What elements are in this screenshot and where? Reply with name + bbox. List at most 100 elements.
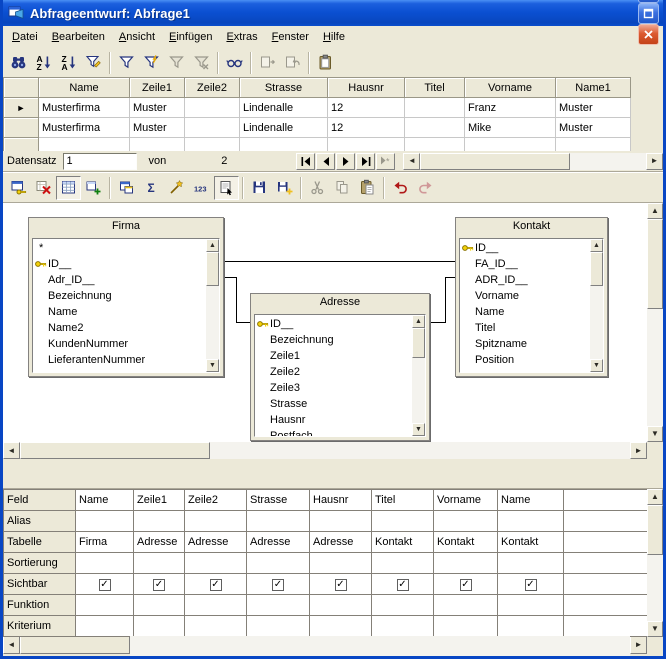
copy-button[interactable] bbox=[330, 176, 355, 200]
sortierung-cell[interactable] bbox=[434, 553, 498, 574]
cell[interactable]: 12 bbox=[328, 98, 405, 118]
sichtbar-cell[interactable]: ✓ bbox=[310, 574, 372, 595]
cell[interactable] bbox=[465, 138, 556, 152]
column-header-zeile2[interactable]: Zeile2 bbox=[185, 78, 240, 98]
column-header-name[interactable]: Name bbox=[39, 78, 130, 98]
scroll-up-button[interactable]: ▲ bbox=[412, 315, 425, 328]
properties-button[interactable] bbox=[214, 176, 239, 200]
cell[interactable] bbox=[405, 118, 465, 138]
scrollbar-track[interactable] bbox=[130, 636, 630, 656]
cell[interactable]: Franz bbox=[465, 98, 556, 118]
table-title-firma[interactable]: Firma bbox=[29, 218, 223, 236]
first-record-button[interactable] bbox=[296, 153, 315, 170]
feld-cell[interactable]: Zeile1 bbox=[134, 490, 185, 511]
cell[interactable]: Lindenalle bbox=[240, 98, 328, 118]
sichtbar-cell[interactable]: ✓ bbox=[76, 574, 134, 595]
field-row[interactable]: LieferantenNummer bbox=[35, 352, 205, 368]
sortierung-cell[interactable] bbox=[134, 553, 185, 574]
scroll-left-button[interactable]: ◄ bbox=[3, 442, 20, 459]
close-button[interactable] bbox=[638, 24, 659, 45]
field-row[interactable]: Zeile3 bbox=[257, 380, 411, 396]
find-button[interactable] bbox=[6, 51, 31, 75]
cell[interactable]: Musterfirma bbox=[39, 98, 130, 118]
tabelle-cell[interactable]: Kontakt bbox=[498, 532, 564, 553]
scrollbar-track[interactable] bbox=[570, 153, 646, 170]
field-row[interactable]: ID__ bbox=[257, 316, 411, 332]
scrollbar-track[interactable] bbox=[412, 358, 425, 423]
row-selector[interactable] bbox=[4, 138, 39, 152]
field-row[interactable]: ID__ bbox=[462, 240, 589, 256]
maximize-button[interactable] bbox=[638, 3, 659, 24]
scroll-up-button[interactable]: ▲ bbox=[647, 489, 663, 505]
tabelle-cell[interactable]: Adresse bbox=[134, 532, 185, 553]
kriterium-cell[interactable] bbox=[76, 616, 134, 637]
show-tables-button[interactable] bbox=[114, 176, 139, 200]
sortierung-cell[interactable] bbox=[564, 553, 648, 574]
redo-button[interactable] bbox=[413, 176, 438, 200]
field-row[interactable]: Strasse bbox=[257, 396, 411, 412]
feld-cell[interactable]: Vorname bbox=[434, 490, 498, 511]
scroll-left-button[interactable]: ◄ bbox=[3, 636, 20, 654]
kriterium-cell[interactable] bbox=[247, 616, 310, 637]
field-row[interactable]: ADR_ID__ bbox=[462, 272, 589, 288]
column-header-titel[interactable]: Titel bbox=[405, 78, 465, 98]
apply-filter-button[interactable] bbox=[164, 51, 189, 75]
tabelle-cell[interactable]: Kontakt bbox=[434, 532, 498, 553]
join-line-kontakt-adresse[interactable] bbox=[445, 277, 455, 278]
tabelle-cell[interactable]: Adresse bbox=[185, 532, 247, 553]
field-row[interactable]: Adr_ID__ bbox=[35, 272, 205, 288]
alias-cell[interactable] bbox=[247, 511, 310, 532]
scrollbar-track[interactable] bbox=[590, 286, 603, 359]
scroll-down-button[interactable]: ▼ bbox=[590, 359, 603, 372]
cell[interactable]: Muster bbox=[556, 118, 631, 138]
kriterium-cell[interactable] bbox=[434, 616, 498, 637]
alias-cell[interactable] bbox=[564, 511, 648, 532]
alias-cell[interactable] bbox=[134, 511, 185, 532]
previous-record-button[interactable] bbox=[316, 153, 335, 170]
filter-by-selection-button[interactable] bbox=[139, 51, 164, 75]
cell[interactable]: Musterfirma bbox=[39, 118, 130, 138]
field-row[interactable]: Bezeichnung bbox=[257, 332, 411, 348]
tabelle-cell[interactable]: Kontakt bbox=[372, 532, 434, 553]
sichtbar-cell[interactable]: ✓ bbox=[372, 574, 434, 595]
kriterium-cell[interactable] bbox=[498, 616, 564, 637]
table-title-adresse[interactable]: Adresse bbox=[251, 294, 429, 312]
feld-cell[interactable]: Zeile2 bbox=[185, 490, 247, 511]
query-grid-vertical-scrollbar[interactable]: ▲ ▼ bbox=[647, 489, 663, 637]
sort-ascending-button[interactable]: A Z bbox=[31, 51, 56, 75]
funktion-cell[interactable] bbox=[76, 595, 134, 616]
field-row[interactable]: Titel bbox=[462, 320, 589, 336]
datasheet-view-button[interactable] bbox=[56, 176, 81, 200]
funktion-cell[interactable] bbox=[310, 595, 372, 616]
design-pane-vertical-scrollbar[interactable]: ▲ ▼ bbox=[647, 203, 663, 442]
table-title-kontakt[interactable]: Kontakt bbox=[456, 218, 607, 236]
checkbox-checked[interactable]: ✓ bbox=[397, 579, 409, 591]
alias-cell[interactable] bbox=[185, 511, 247, 532]
join-line-kontakt-adresse[interactable] bbox=[445, 277, 446, 323]
sortierung-cell[interactable] bbox=[185, 553, 247, 574]
cell[interactable] bbox=[405, 138, 465, 152]
clipboard-button[interactable] bbox=[313, 51, 338, 75]
scrollbar-thumb[interactable] bbox=[420, 153, 570, 170]
scrollbar-track[interactable] bbox=[647, 555, 663, 621]
scroll-down-button[interactable]: ▼ bbox=[647, 621, 663, 637]
scroll-right-button[interactable]: ► bbox=[646, 153, 663, 170]
sichtbar-cell[interactable]: ✓ bbox=[498, 574, 564, 595]
alias-cell[interactable] bbox=[372, 511, 434, 532]
cell[interactable]: Muster bbox=[130, 98, 185, 118]
cell[interactable]: Mike bbox=[465, 118, 556, 138]
cell[interactable] bbox=[185, 98, 240, 118]
field-row[interactable]: Postfach bbox=[257, 428, 411, 437]
checkbox-checked[interactable]: ✓ bbox=[99, 579, 111, 591]
table-window-kontakt[interactable]: Kontakt ID__ FA_ID__ ADR_ID__ Vorname Na… bbox=[455, 217, 608, 377]
table-relationship-canvas[interactable]: Firma * ID__ Adr_ID__ Bezeichnung Name N… bbox=[3, 203, 647, 442]
datasheet-horizontal-scrollbar[interactable]: ◄ ► bbox=[403, 153, 663, 170]
cell[interactable] bbox=[130, 138, 185, 152]
sort-descending-button[interactable]: Z A bbox=[56, 51, 81, 75]
add-table-button[interactable] bbox=[81, 176, 106, 200]
save-button[interactable] bbox=[247, 176, 272, 200]
sichtbar-cell[interactable]: ✓ bbox=[185, 574, 247, 595]
alias-cell[interactable] bbox=[498, 511, 564, 532]
table-window-adresse[interactable]: Adresse ID__ Bezeichnung Zeile1 Zeile2 Z… bbox=[250, 293, 430, 441]
checkbox-checked[interactable]: ✓ bbox=[153, 579, 165, 591]
